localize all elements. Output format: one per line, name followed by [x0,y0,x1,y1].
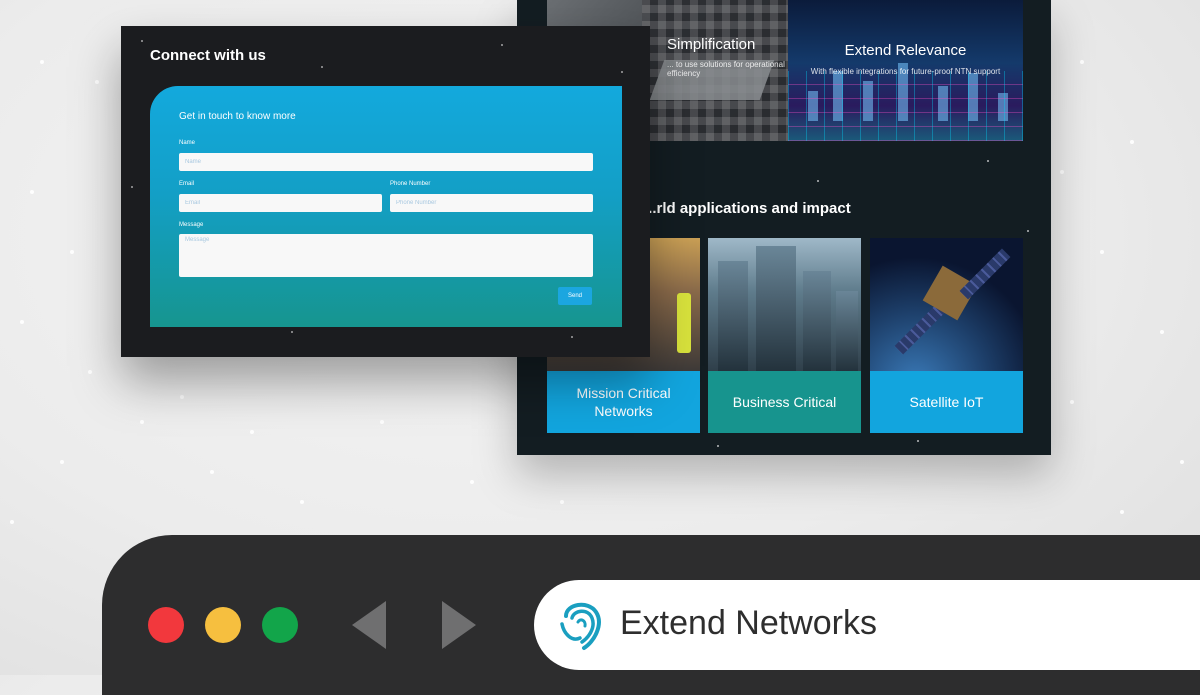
promo-extend-relevance[interactable]: Extend Relevance With flexible integrati… [788,0,1023,141]
worker-figure [677,293,691,353]
phone-label: Phone Number [390,181,431,187]
message-label: Message [179,222,204,228]
browser-bar: Extend Networks [102,535,1200,695]
card-image [870,238,1023,371]
close-window-button[interactable] [148,607,184,643]
extend-networks-logo-icon [560,602,601,650]
section-title: ...rld applications and impact [644,200,851,217]
promo-title: Simplification [667,36,756,53]
send-button[interactable]: Send [558,287,592,305]
card-image [708,238,861,371]
back-arrow-icon[interactable] [352,601,388,649]
name-input[interactable] [179,153,593,171]
site-name: Extend Networks [620,604,877,642]
minimize-window-button[interactable] [205,607,241,643]
card-satellite-iot[interactable]: Satellite IoT [870,238,1023,433]
maximize-window-button[interactable] [262,607,298,643]
contact-window: Connect with us Get in touch to know mor… [121,26,650,357]
address-bar[interactable]: Extend Networks [534,580,1200,670]
card-label: Business Critical [708,371,861,433]
card-label: Satellite IoT [870,371,1023,433]
card-business-critical[interactable]: Business Critical [708,238,861,433]
message-textarea[interactable] [179,234,593,277]
forward-arrow-icon[interactable] [440,601,476,649]
email-label: Email [179,181,195,187]
contact-form: Get in touch to know more Name Email Pho… [150,86,622,327]
email-input[interactable] [179,194,382,212]
phone-input[interactable] [390,194,593,212]
name-label: Name [179,140,196,146]
promo-title: Extend Relevance [844,42,967,59]
promo-subtitle: With flexible integrations for future-pr… [810,67,1001,76]
contact-title: Connect with us [150,47,266,64]
neon-grid-image [788,71,1023,141]
card-label: Mission Critical Networks [547,371,700,433]
promo-subtitle: ... to use solutions for operational eff… [667,60,785,78]
form-heading: Get in touch to know more [179,111,296,122]
